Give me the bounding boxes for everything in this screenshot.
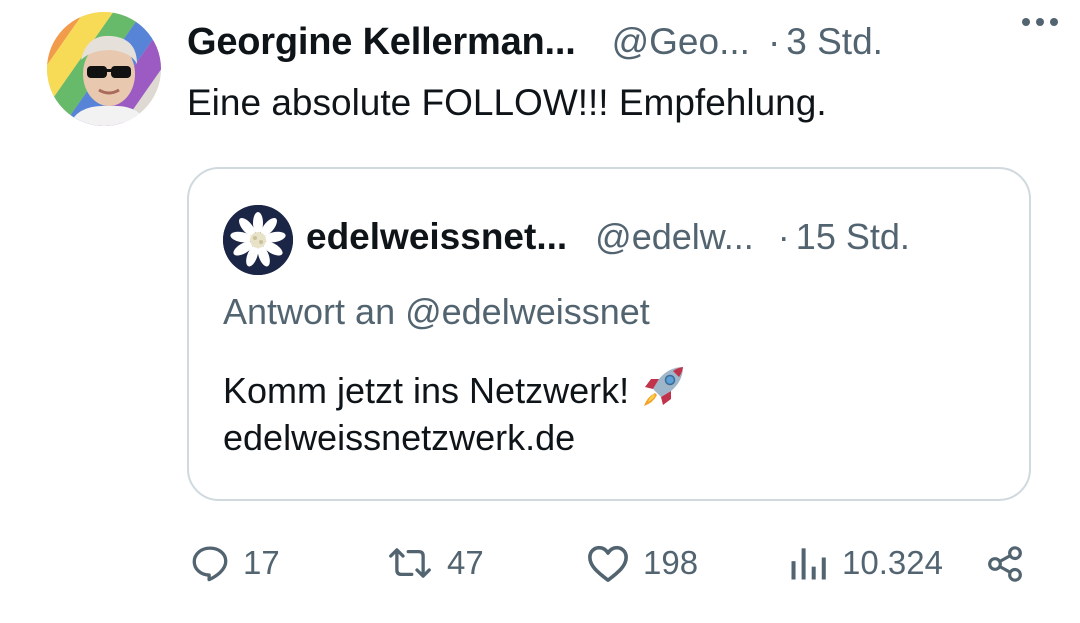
retweet-icon — [389, 548, 431, 578]
share-button[interactable] — [984, 544, 1026, 584]
edelweiss-flower-icon — [223, 205, 293, 275]
quoted-tweet-card[interactable]: edelweissnet... @edelw... · 15 Std. Antw… — [187, 167, 1031, 501]
more-dots-icon — [1050, 18, 1058, 26]
author-handle[interactable]: @Geo... — [612, 21, 750, 63]
reply-count: 17 — [243, 544, 280, 581]
retweet-count: 47 — [447, 544, 484, 581]
more-options-button[interactable] — [1022, 18, 1058, 26]
tweet-header: Georgine Kellerman... @Geo... · 3 Std. — [187, 18, 1047, 66]
quote-time-separator: · — [777, 216, 790, 257]
more-dots-icon — [1022, 18, 1030, 26]
quote-author-handle[interactable]: @edelw... — [595, 216, 754, 258]
time-separator: · — [767, 21, 781, 62]
author-name[interactable]: Georgine Kellerman... — [187, 21, 576, 64]
quote-timestamp[interactable]: 15 Std. — [796, 216, 910, 258]
retweet-button[interactable]: 47 — [385, 542, 484, 584]
tweet-actions-bar: 17 47 198 10.324 — [0, 538, 1080, 594]
more-dots-icon — [1036, 18, 1044, 26]
heart-icon — [588, 545, 628, 582]
quote-text-line: Komm jetzt ins Netzwerk! — [223, 361, 689, 420]
views-button[interactable]: 10.324 — [786, 542, 943, 584]
author-avatar[interactable] — [47, 12, 161, 126]
reply-to-label[interactable]: Antwort an @edelweissnet — [223, 291, 650, 333]
views-chart-icon — [791, 548, 826, 580]
like-count: 198 — [643, 544, 699, 581]
quote-author-avatar[interactable] — [223, 205, 293, 275]
reply-icon — [192, 546, 228, 582]
quote-text: Komm jetzt ins Netzwerk! — [223, 369, 630, 411]
quote-header: edelweissnet... @edelw... · 15 Std. — [306, 215, 910, 259]
rocket-icon — [639, 361, 689, 420]
share-icon — [988, 546, 1022, 582]
quote-link[interactable]: edelweissnetzwerk.de — [223, 417, 575, 459]
tweet-timestamp[interactable]: 3 Std. — [786, 21, 883, 63]
quote-author-name[interactable]: edelweissnet... — [306, 216, 567, 258]
tweet-text: Eine absolute FOLLOW!!! Empfehlung. — [187, 82, 827, 123]
reply-button[interactable]: 17 — [189, 542, 280, 584]
views-count: 10.324 — [842, 544, 943, 581]
like-button[interactable]: 198 — [585, 542, 698, 584]
